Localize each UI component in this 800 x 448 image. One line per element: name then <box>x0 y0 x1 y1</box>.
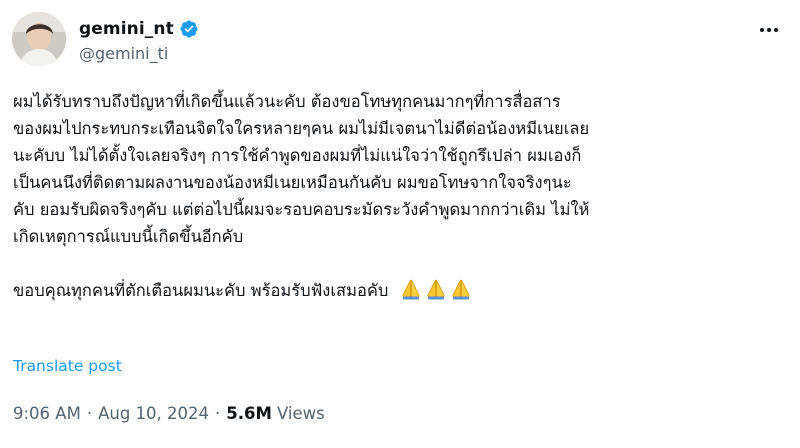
post-text-line: เกิดเหตุการณ์แบบนี้เกิดขึ้นอีกคับ <box>13 227 244 246</box>
post-text-line: เป็นคนนึงที่ติดตามผลงานของน้องหมีเนยเหมื… <box>13 173 572 192</box>
translate-post-link[interactable]: Translate post <box>13 357 122 375</box>
post-time[interactable]: 9:06 AM <box>13 404 81 423</box>
more-options-icon[interactable] <box>756 20 782 40</box>
meta-separator: · <box>86 404 93 423</box>
meta-separator: · <box>215 404 221 423</box>
post-closing-line: ขอบคุณทุกคนที่ตักเตือนผมนะคับ พร้อมรับฟั… <box>13 277 793 304</box>
post-text-line: นะคับบ ไม่ได้ตั้งใจเลยจริงๆ การใช้คำพูดข… <box>13 146 582 165</box>
author-names: gemini_nt @gemini_ti <box>79 18 199 63</box>
post-text-line: ของผมไปกระทบกระเทือนจิตใจใครหลายๆคน ผมไม… <box>13 119 590 138</box>
post-date[interactable]: Aug 10, 2024 <box>98 404 209 423</box>
folded-hands-icon <box>450 278 472 300</box>
folded-hands-icon <box>425 278 447 300</box>
author-handle[interactable]: @gemini_ti <box>79 44 199 63</box>
post-header: gemini_nt @gemini_ti <box>12 10 788 72</box>
post-meta: 9:06 AM · Aug 10, 2024 · 5.6M Views <box>13 404 325 423</box>
views-count: 5.6M <box>226 404 272 423</box>
verified-badge-icon <box>179 19 199 39</box>
post-card: gemini_nt @gemini_ti ผมได้รับทราบถึงปัญห… <box>0 0 800 448</box>
post-text: ผมได้รับทราบถึงปัญหาที่เกิดขึ้นแล้วนะคับ… <box>13 88 793 304</box>
avatar-image <box>12 12 66 66</box>
post-closing-text: ขอบคุณทุกคนที่ตักเตือนผมนะคับ พร้อมรับฟั… <box>13 281 389 300</box>
views-label: Views <box>276 404 325 423</box>
folded-hands-icon <box>400 278 422 300</box>
avatar[interactable] <box>12 12 66 66</box>
post-text-line: คับ ยอมรับผิดจริงๆคับ แต่ต่อไปนี้ผมจะรอบ… <box>13 200 590 219</box>
emoji-group <box>400 278 475 308</box>
author-display-name[interactable]: gemini_nt <box>79 19 174 39</box>
post-text-line: ผมได้รับทราบถึงปัญหาที่เกิดขึ้นแล้วนะคับ… <box>13 92 561 111</box>
